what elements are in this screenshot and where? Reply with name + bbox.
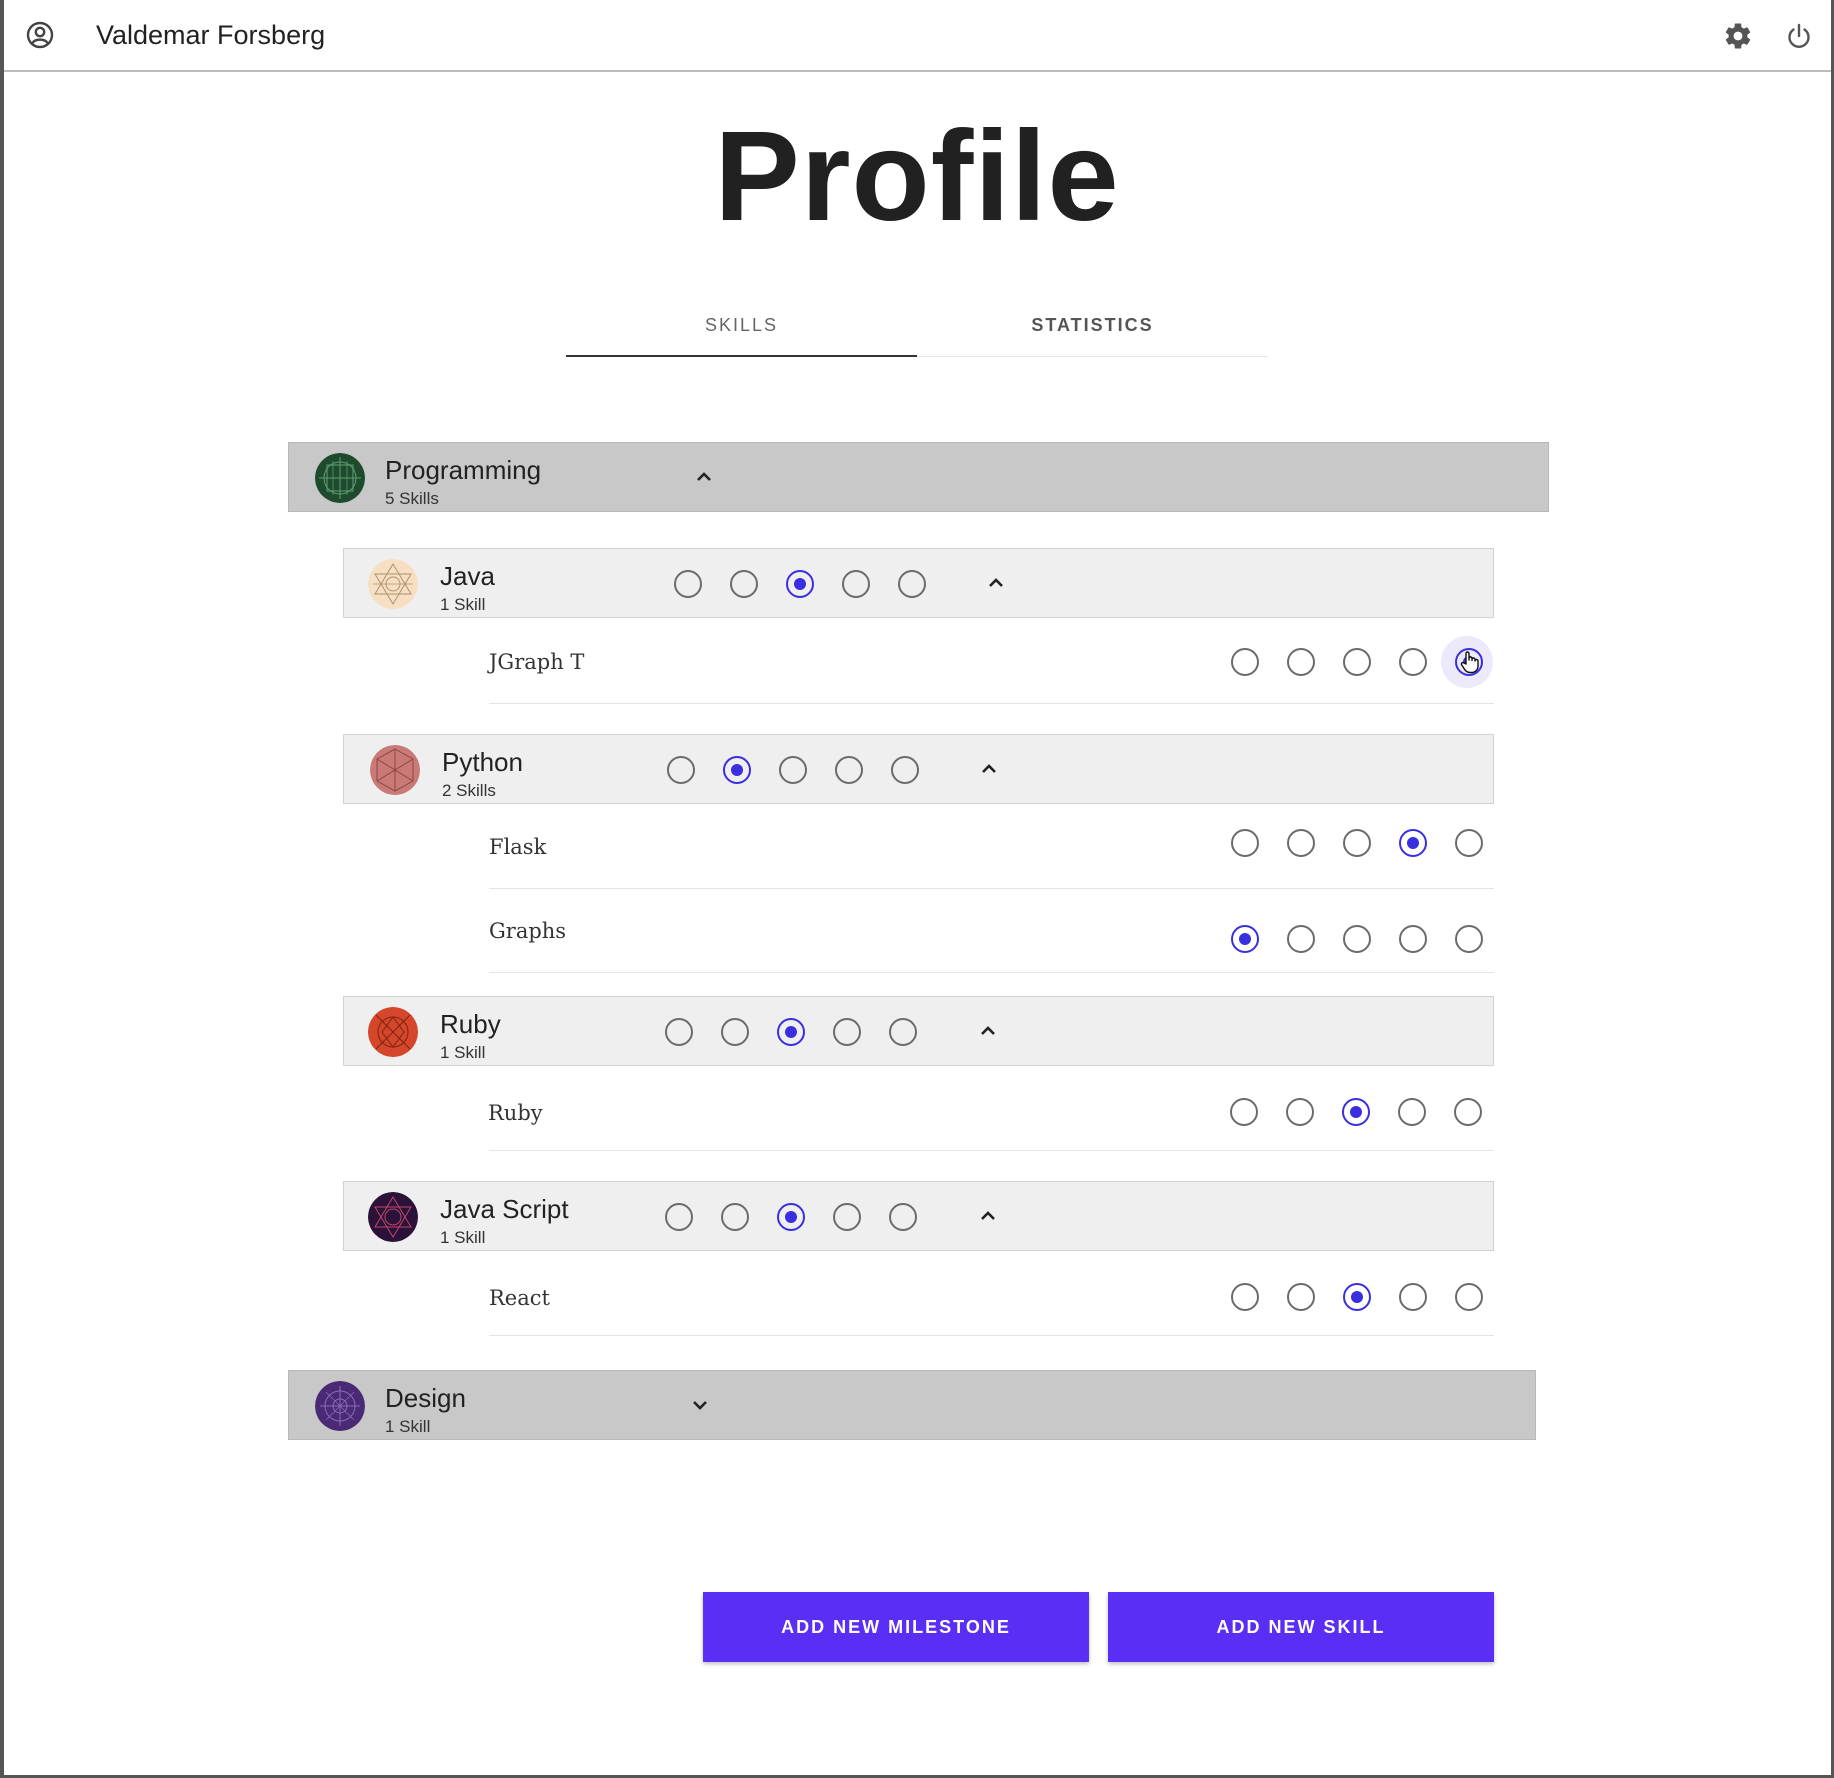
group-name: Java	[440, 561, 495, 591]
account-circle-icon[interactable]	[26, 21, 54, 49]
group-header-javascript[interactable]: Java Script 1 Skill	[343, 1181, 1494, 1251]
rating-radio-2[interactable]	[721, 1203, 749, 1231]
rating-radio-4[interactable]	[835, 756, 863, 784]
rating-radio-3[interactable]	[1342, 1098, 1370, 1126]
group-header-python[interactable]: Python 2 Skills	[343, 734, 1494, 804]
group-avatar-java	[368, 559, 418, 609]
group-header-ruby[interactable]: Ruby 1 Skill	[343, 996, 1494, 1066]
rating-radio-1[interactable]	[1231, 925, 1259, 953]
tab-bar: SKILLS STATISTICS	[566, 305, 1268, 357]
rating-radio-4[interactable]	[1398, 1098, 1426, 1126]
rating-radio-5[interactable]	[891, 756, 919, 784]
rating-radio-3[interactable]	[779, 756, 807, 784]
rating-radio-4[interactable]	[1399, 1283, 1427, 1311]
rating-radio-1[interactable]	[674, 570, 702, 598]
rating-radio-4[interactable]	[842, 570, 870, 598]
active-tab-indicator	[566, 355, 917, 357]
group-avatar-python	[370, 745, 420, 795]
rating-radio-5[interactable]	[889, 1018, 917, 1046]
tab-skills[interactable]: SKILLS	[566, 315, 917, 336]
rating-radio-4[interactable]	[1399, 925, 1427, 953]
rating-radio-3[interactable]	[777, 1018, 805, 1046]
skill-name: React	[489, 1286, 550, 1310]
skill-row-flask: Flask	[489, 805, 1494, 889]
skill-name: Ruby	[488, 1101, 543, 1125]
rating-radio-1[interactable]	[665, 1203, 693, 1231]
add-skill-button[interactable]: ADD NEW SKILL	[1108, 1592, 1494, 1662]
top-bar: Valdemar Forsberg	[4, 0, 1831, 72]
page-title: Profile	[714, 105, 1120, 248]
chevron-down-icon[interactable]	[688, 1393, 712, 1417]
rating-radio-5[interactable]	[1454, 1098, 1482, 1126]
rating-radio-5[interactable]	[889, 1203, 917, 1231]
group-name: Java Script	[440, 1194, 569, 1224]
tab-statistics[interactable]: STATISTICS	[917, 315, 1268, 336]
skill-name: JGraph T	[489, 650, 585, 674]
rating-radio-2[interactable]	[1287, 648, 1315, 676]
rating-radio-5[interactable]	[898, 570, 926, 598]
hand-cursor-icon	[1460, 651, 1479, 674]
category-count: 5 Skills	[385, 489, 439, 508]
rating-radio-3[interactable]	[777, 1203, 805, 1231]
skill-row-graphs: Graphs	[489, 889, 1494, 973]
rating-radio-3[interactable]	[1343, 925, 1371, 953]
group-name: Ruby	[440, 1009, 501, 1039]
user-name[interactable]: Valdemar Forsberg	[96, 20, 325, 51]
rating-radio-3[interactable]	[786, 570, 814, 598]
rating-radio-3[interactable]	[1343, 1283, 1371, 1311]
rating-radio-5[interactable]	[1455, 925, 1483, 953]
rating-radio-2[interactable]	[723, 756, 751, 784]
rating-radio-2[interactable]	[1287, 1283, 1315, 1311]
group-avatar-javascript	[368, 1192, 418, 1242]
skill-row-jgrapht: JGraph T	[489, 620, 1494, 704]
rating-radio-2[interactable]	[730, 570, 758, 598]
category-header-programming[interactable]: Programming 5 Skills	[288, 442, 1549, 512]
rating-radio-1[interactable]	[1230, 1098, 1258, 1126]
skill-row-ruby: Ruby	[488, 1067, 1494, 1151]
rating-radio-1[interactable]	[1231, 1283, 1259, 1311]
rating-radio-2[interactable]	[1287, 829, 1315, 857]
category-avatar-design	[315, 1381, 365, 1431]
add-milestone-button[interactable]: ADD NEW MILESTONE	[703, 1592, 1089, 1662]
rating-radio-4[interactable]	[833, 1018, 861, 1046]
group-avatar-ruby	[368, 1007, 418, 1057]
rating-radio-4[interactable]	[833, 1203, 861, 1231]
category-avatar-programming	[315, 453, 365, 503]
category-name: Programming	[385, 455, 542, 485]
category-header-design[interactable]: Design 1 Skill	[288, 1370, 1536, 1440]
rating-radio-5[interactable]	[1455, 829, 1483, 857]
rating-radio-2[interactable]	[721, 1018, 749, 1046]
group-count: 2 Skills	[442, 781, 496, 800]
chevron-up-icon[interactable]	[976, 1204, 1000, 1228]
group-header-java[interactable]: Java 1 Skill	[343, 548, 1494, 618]
group-count: 1 Skill	[440, 1228, 486, 1247]
rating-radio-1[interactable]	[1231, 829, 1259, 857]
skill-name: Graphs	[489, 919, 567, 943]
category-count: 1 Skill	[385, 1417, 431, 1436]
chevron-up-icon[interactable]	[692, 465, 716, 489]
rating-radio-1[interactable]	[665, 1018, 693, 1046]
rating-radio-1[interactable]	[1231, 648, 1259, 676]
rating-radio-3[interactable]	[1343, 829, 1371, 857]
rating-radio-1[interactable]	[667, 756, 695, 784]
rating-radio-5[interactable]	[1455, 1283, 1483, 1311]
chevron-up-icon[interactable]	[984, 571, 1008, 595]
category-name: Design	[385, 1383, 466, 1413]
rating-radio-2[interactable]	[1287, 925, 1315, 953]
skill-name: Flask	[489, 835, 547, 859]
group-count: 1 Skill	[440, 1043, 486, 1062]
rating-radio-4[interactable]	[1399, 648, 1427, 676]
chevron-up-icon[interactable]	[977, 757, 1001, 781]
rating-radio-2[interactable]	[1286, 1098, 1314, 1126]
rating-radio-3[interactable]	[1343, 648, 1371, 676]
group-count: 1 Skill	[440, 595, 486, 614]
group-name: Python	[442, 747, 523, 777]
chevron-up-icon[interactable]	[976, 1019, 1000, 1043]
gear-icon[interactable]	[1723, 21, 1753, 51]
power-icon[interactable]	[1785, 22, 1813, 50]
rating-radio-4[interactable]	[1399, 829, 1427, 857]
skill-row-react: React	[489, 1252, 1494, 1336]
